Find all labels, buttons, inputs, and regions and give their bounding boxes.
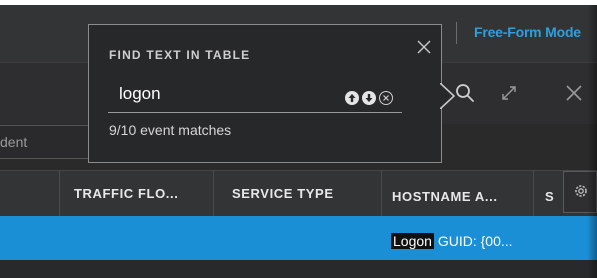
table-row[interactable] — [0, 260, 597, 278]
search-match-highlight: Logon — [391, 233, 434, 249]
edge-shadow — [587, 5, 597, 278]
column-header-truncated[interactable]: S — [545, 189, 554, 204]
column-header-hostname[interactable]: HOSTNAME A... — [392, 189, 498, 204]
screen: Free-Form Mode dent TRAFFIC FLO... SERVI… — [0, 0, 597, 278]
previous-match-icon — [348, 94, 356, 102]
close-panel-icon[interactable] — [563, 82, 585, 104]
free-form-mode-link[interactable]: Free-Form Mode — [474, 24, 581, 40]
clear-search-button[interactable] — [379, 91, 393, 105]
column-divider[interactable] — [213, 170, 214, 216]
next-match-button[interactable] — [362, 91, 376, 105]
column-divider[interactable] — [381, 170, 382, 216]
column-header-service-type[interactable]: SERVICE TYPE — [232, 186, 334, 201]
hostname-cell-text: GUID: {00... — [433, 233, 513, 249]
column-header-traffic-flow[interactable]: TRAFFIC FLO... — [74, 186, 178, 201]
hostname-cell: Logon GUID: {00... — [391, 233, 513, 249]
header-divider — [456, 22, 457, 44]
column-divider[interactable] — [59, 170, 60, 216]
filter-field-text: dent — [0, 134, 28, 150]
find-panel-title: FIND TEXT IN TABLE — [109, 48, 251, 62]
popover-pointer — [440, 83, 456, 109]
find-text-popover: FIND TEXT IN TABLE 9/10 event matches — [88, 24, 442, 163]
next-match-icon — [365, 94, 373, 102]
close-icon[interactable] — [416, 39, 432, 55]
previous-match-button[interactable] — [345, 91, 359, 105]
column-divider[interactable] — [533, 170, 534, 216]
match-count-status: 9/10 event matches — [109, 122, 232, 138]
clear-search-icon — [383, 95, 389, 101]
expand-icon[interactable] — [498, 82, 520, 104]
